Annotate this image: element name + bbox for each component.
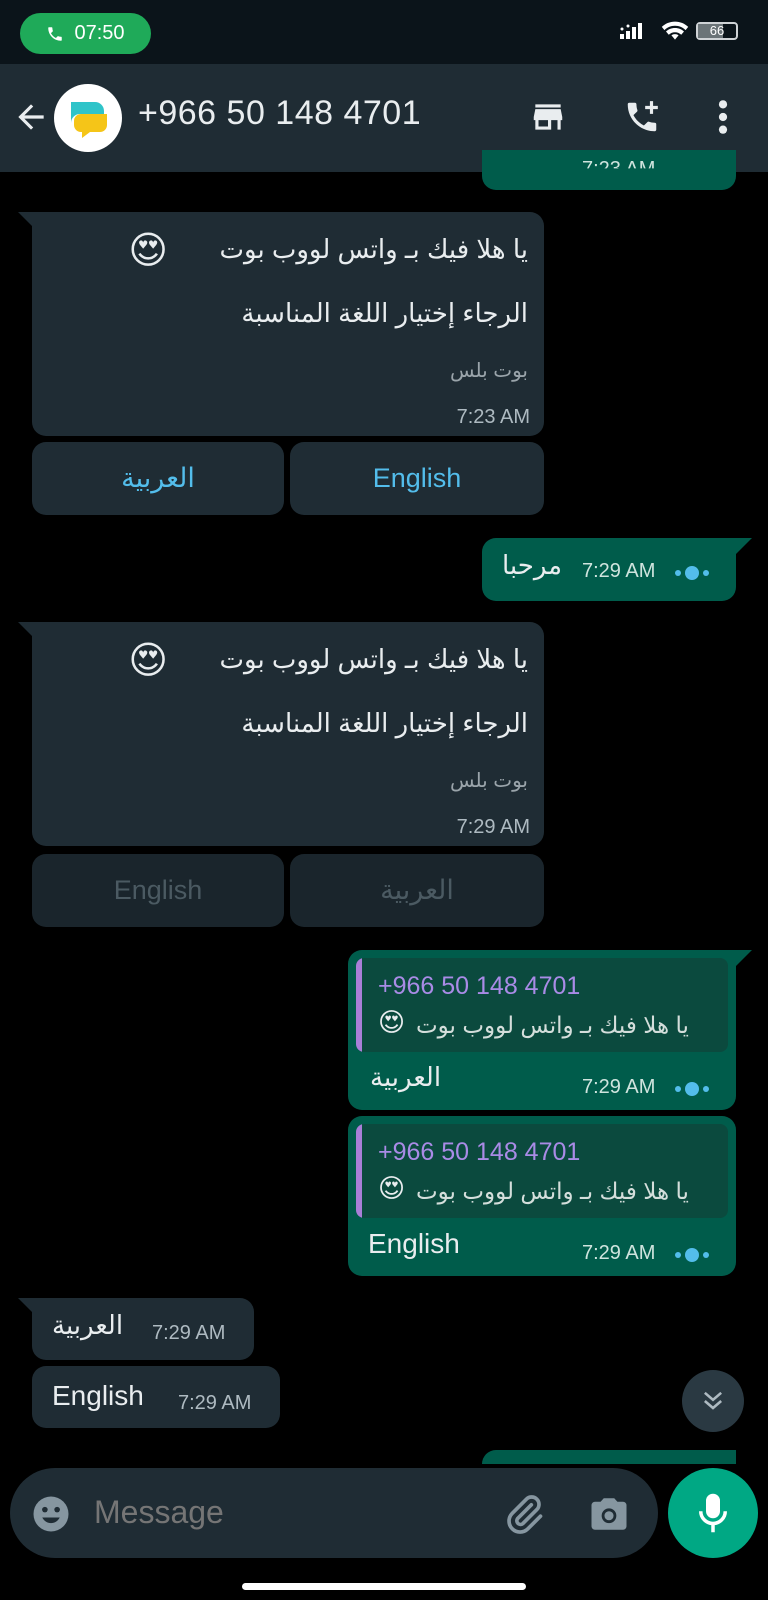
quote-bar [356,958,362,1052]
message-text: العربية [52,1310,124,1340]
message-time: 7:29 AM [152,1322,226,1344]
contact-name[interactable]: +966 50 148 4701 [138,94,421,133]
reply-button-arabic-disabled: العربية [290,854,544,927]
bubble-tail [736,538,752,554]
reply-button-english[interactable]: English [290,442,544,515]
battery-level: 66 [709,23,725,38]
quoted-sender: +966 50 148 4701 [378,1138,581,1166]
outgoing-reply-message[interactable]: +966 50 148 4701 😍 يا هلا فيك بـ واتس لو… [348,1116,736,1276]
message-line-1: يا هلا فيك بـ واتس لووب بوت [219,234,528,264]
emoji-heart-eyes: 😍 [128,638,168,682]
emoji-heart-eyes: 😍 [378,1008,406,1038]
incoming-message[interactable]: 😍 يا هلا فيك بـ واتس لووب بوت الرجاء إخت… [32,212,544,436]
message-line-2: الرجاء إختيار اللغة المناسبة [241,708,528,738]
bubble-tail [18,212,34,228]
more-options-icon[interactable] [716,98,730,141]
home-indicator[interactable] [242,1583,526,1590]
message-time: 7:23 AM [582,158,656,180]
camera-icon[interactable] [588,1494,630,1539]
catalog-store-icon[interactable] [528,98,568,141]
message-text: English [52,1380,144,1411]
reply-button-arabic[interactable]: العربية [32,442,284,515]
signal-icon [620,20,646,47]
sent-status-icon [675,566,709,580]
sent-status-icon [675,1248,709,1262]
back-arrow-icon[interactable] [12,98,50,141]
quoted-message[interactable]: +966 50 148 4701 😍 يا هلا فيك بـ واتس لو… [356,958,728,1052]
phone-icon [48,26,63,41]
double-chevron-down-icon [703,1391,723,1410]
ongoing-call-pill[interactable]: 07:50 [20,13,151,54]
incoming-message[interactable]: 😍 يا هلا فيك بـ واتس لووب بوت الرجاء إخت… [32,622,544,846]
message-time: 7:29 AM [582,560,656,582]
quote-bar [356,1124,362,1218]
message-time: 7:29 AM [582,1242,656,1264]
attach-icon[interactable] [502,1492,546,1541]
message-time: 7:23 AM [456,406,530,428]
emoji-icon[interactable] [30,1493,72,1540]
message-line-2: الرجاء إختيار اللغة المناسبة [241,298,528,328]
incoming-message[interactable]: العربية 7:29 AM [32,1298,254,1360]
sent-status-icon [675,1082,709,1096]
partial-outgoing-bubble [482,1450,736,1464]
bubble-tail [736,950,752,966]
quoted-message[interactable]: +966 50 148 4701 😍 يا هلا فيك بـ واتس لو… [356,1124,728,1218]
message-footer: بوت بلس [450,770,528,792]
microphone-icon [699,1493,727,1533]
reply-button-english-disabled: English [32,854,284,927]
scroll-to-bottom-button[interactable] [682,1370,744,1432]
call-time: 07:50 [74,22,125,44]
bubble-tail [18,622,34,638]
contact-avatar[interactable] [54,84,122,152]
message-time: 7:29 AM [456,816,530,838]
message-footer: بوت بلس [450,360,528,382]
partial-outgoing-bubble: 7:23 AM [482,150,736,190]
voice-record-button[interactable] [668,1468,758,1558]
message-text: English [368,1228,460,1259]
emoji-heart-eyes: 😍 [378,1174,406,1204]
quoted-sender: +966 50 148 4701 [378,972,581,1000]
emoji-heart-eyes: 😍 [128,228,168,272]
quoted-text: يا هلا فيك بـ واتس لووب بوت [416,1012,689,1038]
message-text: العربية [370,1062,442,1092]
message-input[interactable] [94,1494,474,1531]
quoted-text: يا هلا فيك بـ واتس لووب بوت [416,1178,689,1204]
battery-indicator: 66 [696,22,738,40]
outgoing-reply-message[interactable]: +966 50 148 4701 😍 يا هلا فيك بـ واتس لو… [348,950,736,1110]
outgoing-message[interactable]: مرحبا 7:29 AM [482,538,736,601]
bubble-tail [18,1298,34,1314]
incoming-message[interactable]: English 7:29 AM [32,1366,280,1428]
message-text: مرحبا [502,550,563,580]
wifi-icon [660,18,690,47]
message-line-1: يا هلا فيك بـ واتس لووب بوت [219,644,528,674]
message-time: 7:29 AM [582,1076,656,1098]
add-call-icon[interactable] [622,98,662,141]
message-time: 7:29 AM [178,1392,252,1414]
